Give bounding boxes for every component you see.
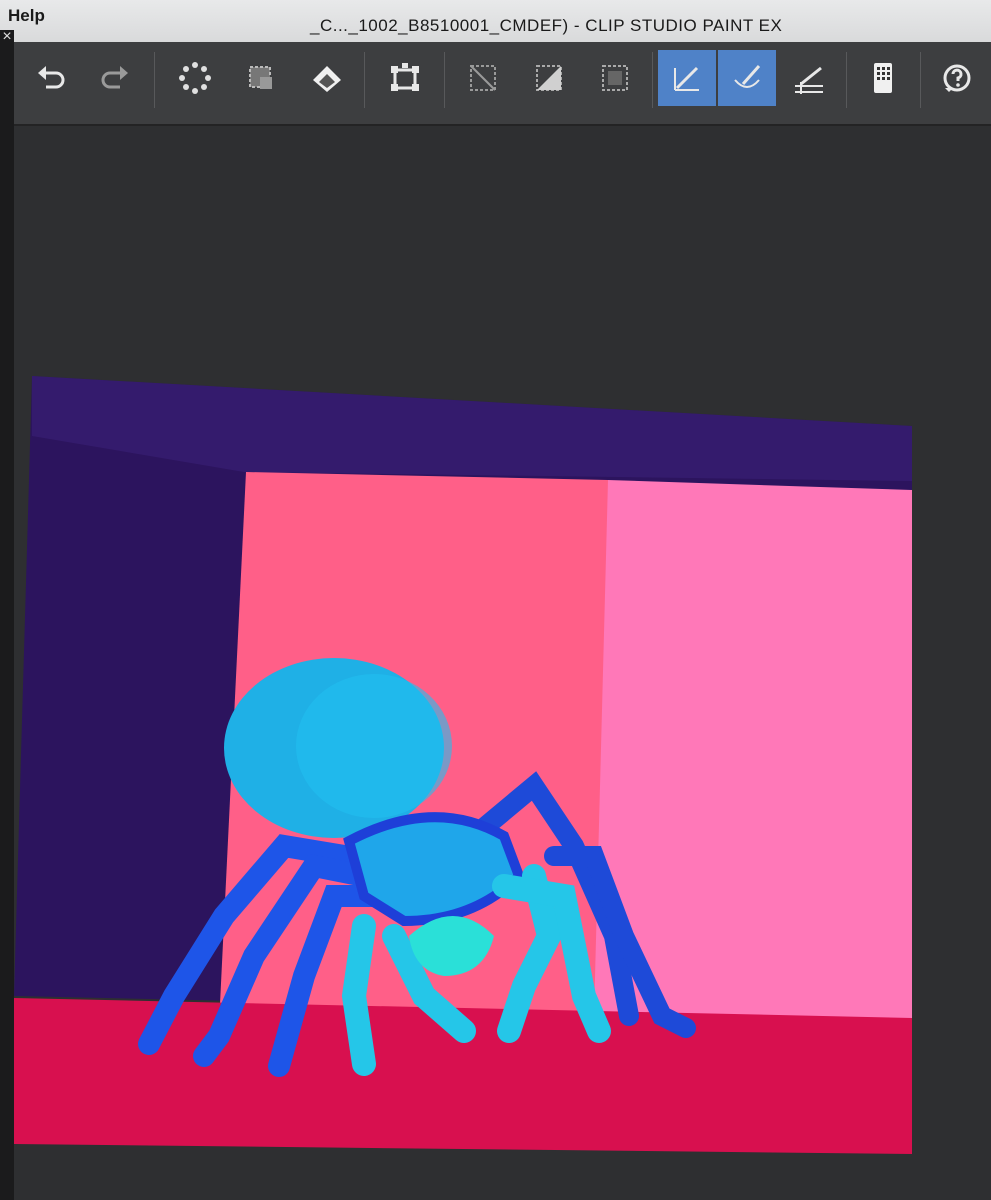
busy-indicator-button[interactable] <box>166 50 224 106</box>
ruler-snap-icon <box>674 66 699 91</box>
undo-button[interactable] <box>22 50 80 106</box>
fill-icon <box>313 66 341 92</box>
snap-to-grid-button[interactable] <box>780 50 838 106</box>
snap-to-ruler-button[interactable] <box>658 50 716 106</box>
transform-icon <box>391 63 419 91</box>
clear-outside-selection-button[interactable] <box>232 50 290 106</box>
toolbar-separator <box>154 52 155 108</box>
left-panel-strip <box>0 30 14 1200</box>
toolbar-separator <box>364 52 365 108</box>
toolbar-separator <box>846 52 847 108</box>
spider-abdomen-shade <box>296 674 452 818</box>
redo-icon <box>101 66 128 89</box>
close-icon[interactable]: × <box>0 28 14 48</box>
drawing-canvas[interactable] <box>14 376 926 1156</box>
snap-to-special-ruler-button[interactable] <box>718 50 776 106</box>
redo-button[interactable] <box>86 50 144 106</box>
select-all-button[interactable] <box>586 50 644 106</box>
tablet-icon <box>874 63 892 93</box>
perspective-snap-icon <box>795 66 823 94</box>
title-bar: Help _C..._1002_B8510001_CMDEF) - CLIP S… <box>0 0 991 42</box>
undo-icon <box>38 66 65 89</box>
canvas-workspace <box>14 126 991 1200</box>
fill-button[interactable] <box>298 50 356 106</box>
toolbar-separator <box>444 52 445 108</box>
invert-selection-button[interactable] <box>520 50 578 106</box>
invert-selection-icon <box>536 65 562 91</box>
transform-button[interactable] <box>376 50 434 106</box>
help-icon <box>943 64 971 92</box>
toolbar-separator <box>920 52 921 108</box>
clear-selection-icon <box>249 66 272 89</box>
command-toolbar <box>14 42 991 126</box>
window-title: _C..._1002_B8510001_CMDEF) - CLIP STUDIO… <box>310 16 783 35</box>
box-right-face <box>594 480 912 1022</box>
brush-snap-icon <box>734 65 761 88</box>
help-button[interactable] <box>928 50 986 106</box>
select-all-icon <box>602 65 628 91</box>
show-tablet-panel-button[interactable] <box>854 50 912 106</box>
deselect-button[interactable] <box>454 50 512 106</box>
toolbar-separator <box>652 52 653 108</box>
loading-icon <box>179 62 211 94</box>
deselect-icon <box>470 65 496 91</box>
menu-help[interactable]: Help <box>8 6 45 26</box>
